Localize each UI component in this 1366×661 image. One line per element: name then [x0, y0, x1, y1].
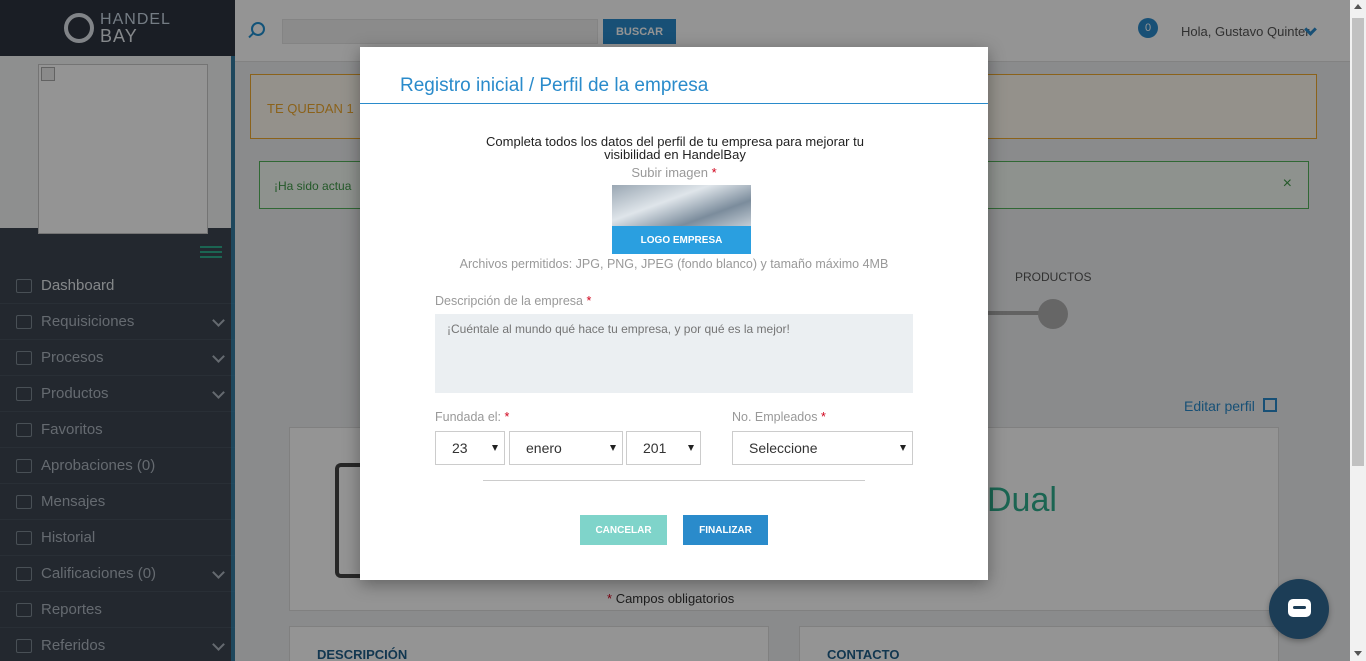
allowed-formats-text: Archivos permitidos: JPG, PNG, JPEG (fon… [459, 257, 889, 271]
company-description-textarea[interactable] [435, 314, 913, 393]
founded-date-label: Fundada el: * [435, 410, 510, 424]
finish-button[interactable]: FINALIZAR [683, 515, 768, 545]
cancel-button[interactable]: CANCELAR [580, 515, 667, 545]
dropdown-arrow-icon [492, 445, 498, 451]
dropdown-arrow-icon [900, 445, 906, 451]
upload-logo-button[interactable]: LOGO EMPRESA [612, 226, 751, 254]
founded-year-select[interactable]: 201 [626, 431, 701, 465]
employees-select[interactable]: Seleccione [732, 431, 913, 465]
upload-image-label: Subir imagen * [631, 165, 717, 180]
scroll-up-arrow-icon[interactable] [1354, 4, 1362, 9]
dropdown-arrow-icon [688, 445, 694, 451]
scroll-thumb[interactable] [1352, 18, 1364, 466]
chat-icon [1288, 599, 1311, 617]
chat-launcher-button[interactable] [1269, 579, 1329, 639]
founded-day-select[interactable]: 23 [435, 431, 505, 465]
description-label: Descripción de la empresa * [435, 294, 592, 308]
dropdown-arrow-icon [610, 445, 616, 451]
required-star: * [586, 294, 592, 308]
page-scrollbar[interactable] [1350, 0, 1366, 661]
employees-label: No. Empleados * [732, 410, 826, 424]
modal-title-divider [360, 103, 988, 104]
required-star: * [504, 410, 510, 424]
modal-intro-text: Completa todos los datos del perfil de t… [486, 134, 864, 162]
required-star: * [711, 165, 717, 180]
founded-month-select[interactable]: enero [509, 431, 623, 465]
form-divider [483, 480, 865, 481]
modal-title: Registro inicial / Perfil de la empresa [400, 75, 709, 96]
scroll-down-arrow-icon[interactable] [1354, 651, 1362, 656]
company-profile-modal: Registro inicial / Perfil de la empresa … [360, 47, 988, 580]
required-star: * [820, 410, 826, 424]
